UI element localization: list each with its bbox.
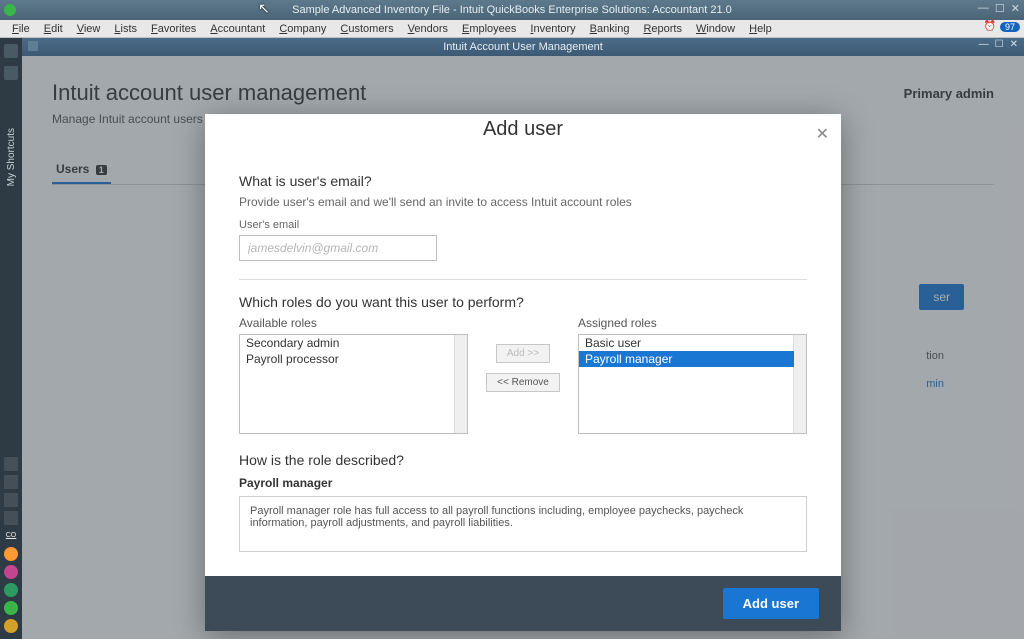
minimize-icon[interactable]: —: [978, 2, 989, 15]
modal-header: Add user ✕: [205, 114, 841, 141]
available-role-option[interactable]: Payroll processor: [240, 351, 455, 367]
clock-icon: ⏰: [984, 21, 996, 32]
calendar-icon[interactable]: [4, 565, 18, 579]
separator: [239, 279, 807, 280]
os-window-controls[interactable]: — ☐ ✕: [978, 2, 1020, 15]
menu-help[interactable]: Help: [743, 22, 778, 36]
menu-company[interactable]: Company: [273, 22, 332, 36]
menu-inventory[interactable]: Inventory: [524, 22, 581, 36]
add-user-modal: Add user ✕ What is user's email? Provide…: [205, 114, 841, 631]
inner-window-controls[interactable]: — ☐ ✕: [979, 39, 1018, 50]
inner-window: Intuit Account User Management — ☐ ✕ Int…: [22, 38, 1024, 639]
money-icon[interactable]: [4, 619, 18, 633]
doc-icon[interactable]: [4, 583, 18, 597]
email-field[interactable]: [239, 235, 437, 261]
plus-icon[interactable]: [4, 547, 18, 561]
sidebar-label: My Shortcuts: [6, 128, 17, 186]
menu-customers[interactable]: Customers: [334, 22, 399, 36]
modal-footer: Add user: [205, 576, 841, 631]
sidebar-slot[interactable]: [4, 457, 18, 471]
email-label: User's email: [239, 219, 807, 231]
menu-accountant[interactable]: Accountant: [204, 22, 271, 36]
inner-close-icon[interactable]: ✕: [1010, 39, 1018, 50]
inner-titlebar: Intuit Account User Management — ☐ ✕: [22, 38, 1024, 56]
reminder-badge[interactable]: ⏰ 97: [984, 21, 1020, 32]
app-icon: [4, 4, 16, 16]
sidebar-slot[interactable]: [4, 475, 18, 489]
inner-minimize-icon[interactable]: —: [979, 39, 989, 50]
add-icon[interactable]: [4, 601, 18, 615]
menu-banking[interactable]: Banking: [584, 22, 636, 36]
reminder-count: 97: [1000, 22, 1020, 32]
add-user-button[interactable]: Add user: [723, 588, 819, 619]
inner-window-title: Intuit Account User Management: [443, 41, 603, 53]
page-body: Intuit account user management Manage In…: [22, 56, 1024, 639]
co-icon[interactable]: CO: [4, 529, 18, 543]
sidebar-arrow-icon[interactable]: [4, 44, 18, 58]
maximize-icon[interactable]: ☐: [995, 2, 1005, 15]
sidebar-slot[interactable]: [4, 493, 18, 507]
menubar[interactable]: FileEditViewListsFavoritesAccountantComp…: [0, 20, 1024, 38]
menu-employees[interactable]: Employees: [456, 22, 522, 36]
close-icon[interactable]: ✕: [1011, 2, 1020, 15]
description-role-name: Payroll manager: [239, 476, 807, 490]
left-sidebar: My Shortcuts CO: [0, 38, 22, 639]
modal-title: Add user: [205, 114, 841, 141]
menu-vendors[interactable]: Vendors: [402, 22, 454, 36]
menu-reports[interactable]: Reports: [637, 22, 688, 36]
remove-role-button[interactable]: << Remove: [486, 373, 560, 392]
menu-window[interactable]: Window: [690, 22, 741, 36]
email-subtext: Provide user's email and we'll send an i…: [239, 195, 807, 209]
menu-edit[interactable]: Edit: [38, 22, 69, 36]
available-roles-label: Available roles: [239, 316, 468, 330]
sidebar-search-icon[interactable]: [4, 66, 18, 80]
assigned-role-option[interactable]: Payroll manager: [579, 351, 794, 367]
menu-favorites[interactable]: Favorites: [145, 22, 202, 36]
os-title: Sample Advanced Inventory File - Intuit …: [292, 4, 732, 16]
menu-file[interactable]: File: [6, 22, 36, 36]
inner-window-icon: [28, 41, 38, 51]
available-roles-list[interactable]: Secondary adminPayroll processor: [239, 334, 468, 434]
os-titlebar: Sample Advanced Inventory File - Intuit …: [0, 0, 1024, 20]
menu-lists[interactable]: Lists: [108, 22, 143, 36]
assigned-roles-list[interactable]: Basic userPayroll manager: [578, 334, 807, 434]
modal-close-icon[interactable]: ✕: [816, 124, 829, 144]
modal-backdrop: Add user ✕ What is user's email? Provide…: [22, 56, 1024, 639]
assigned-roles-label: Assigned roles: [578, 316, 807, 330]
assigned-role-option[interactable]: Basic user: [579, 335, 794, 351]
description-question: How is the role described?: [239, 452, 807, 468]
available-role-option[interactable]: Secondary admin: [240, 335, 455, 351]
add-role-button[interactable]: Add >>: [496, 344, 550, 363]
inner-maximize-icon[interactable]: ☐: [995, 39, 1004, 50]
menu-view[interactable]: View: [71, 22, 107, 36]
sidebar-slot[interactable]: [4, 511, 18, 525]
description-box: Payroll manager role has full access to …: [239, 496, 807, 552]
roles-question: Which roles do you want this user to per…: [239, 294, 807, 310]
email-question: What is user's email?: [239, 173, 807, 189]
